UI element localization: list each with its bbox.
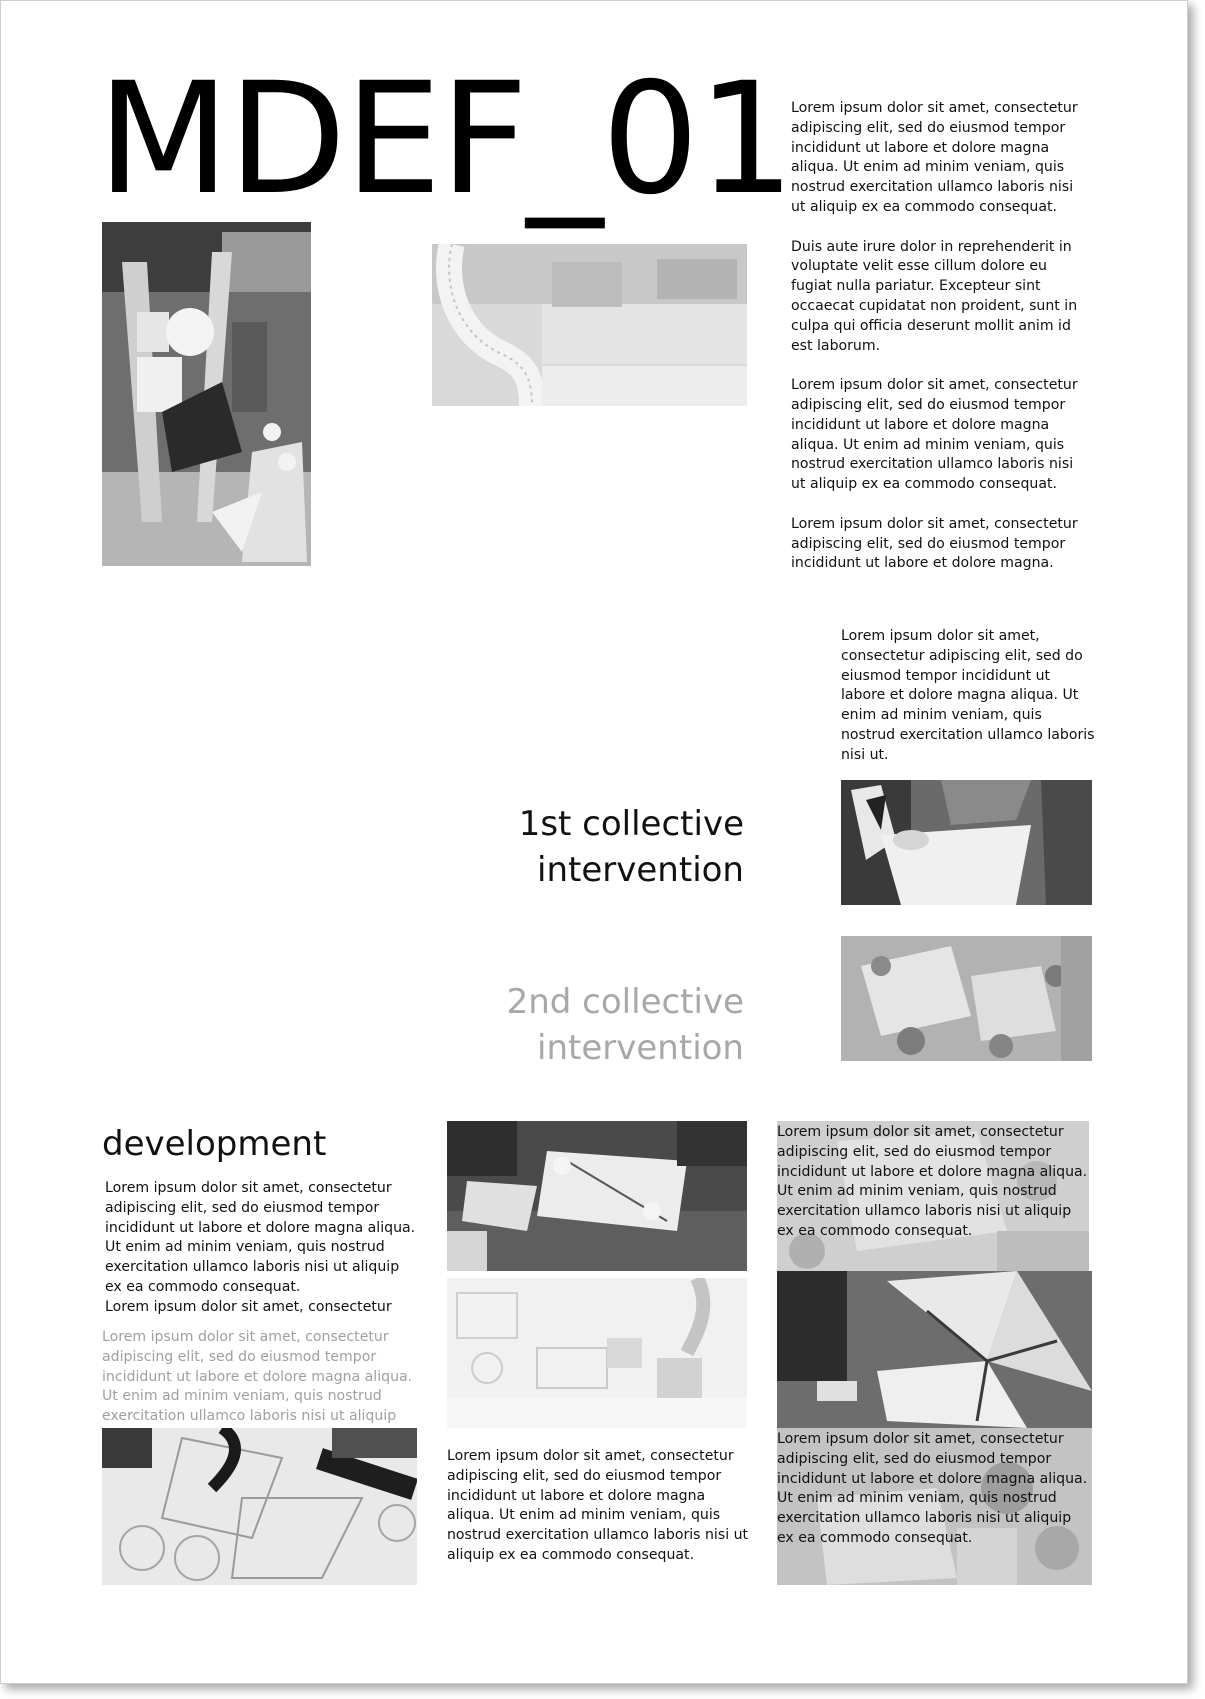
development-faded-paragraph: Lorem ipsum dolor sit amet, consectetur … <box>102 1329 413 1425</box>
intro-paragraph-3: Lorem ipsum dolor sit amet, consectetur … <box>791 377 1078 493</box>
development-paragraph: Lorem ipsum dolor sit amet, consectetur … <box>105 1180 416 1295</box>
intervention-1-photo <box>841 780 1092 905</box>
cutting-photo <box>102 1428 417 1585</box>
intervention-1-line-1: 1st collective <box>518 804 744 844</box>
intervention-2-line-2: intervention <box>537 1028 744 1068</box>
intro-text-column: Lorem ipsum dolor sit amet, consectetur … <box>791 99 1091 594</box>
intro-paragraph-2: Duis aute irure dolor in reprehenderit i… <box>791 238 1078 354</box>
workshop-machine-photo <box>432 244 747 406</box>
center-caption: Lorem ipsum dolor sit amet, consectetur … <box>447 1448 749 1563</box>
overlay-text-top: Lorem ipsum dolor sit amet, consectetur … <box>777 1124 1088 1239</box>
intervention-1-heading: 1st collective intervention <box>424 801 744 893</box>
intervention-1-line-2: intervention <box>537 850 744 890</box>
intervention-2-heading: 2nd collective intervention <box>424 979 744 1071</box>
intervention-2-line-1: 2nd collective <box>506 982 744 1022</box>
mid-paragraph: Lorem ipsum dolor sit amet, consectetur … <box>841 628 1095 763</box>
poster-sheet: MDEF_01 Lorem ipsum dolor sit amet, cons… <box>0 0 1188 1684</box>
intro-paragraph-1: Lorem ipsum dolor sit amet, consectetur … <box>791 100 1078 215</box>
intervention-2-photo <box>841 936 1092 1061</box>
overlay-photo-top: Lorem ipsum dolor sit amet, consectetur … <box>777 1121 1089 1271</box>
triangle-assembly-photo <box>777 1271 1092 1428</box>
sketches-photo <box>447 1278 747 1428</box>
overlay-photo-bottom: Lorem ipsum dolor sit amet, consectetur … <box>777 1428 1092 1585</box>
exhibition-photo <box>102 222 311 566</box>
development-paragraph-tail: Lorem ipsum dolor sit amet, consectetur <box>105 1298 392 1315</box>
development-heading: development <box>102 1124 327 1164</box>
intro-paragraph-4: Lorem ipsum dolor sit amet, consectetur … <box>791 515 1078 572</box>
assembly-grass-photo <box>447 1121 747 1271</box>
poster-title: MDEF_01 <box>97 50 795 229</box>
overlay-text-bottom: Lorem ipsum dolor sit amet, consectetur … <box>777 1431 1088 1546</box>
development-text: Lorem ipsum dolor sit amet, consectetur … <box>105 1179 420 1318</box>
